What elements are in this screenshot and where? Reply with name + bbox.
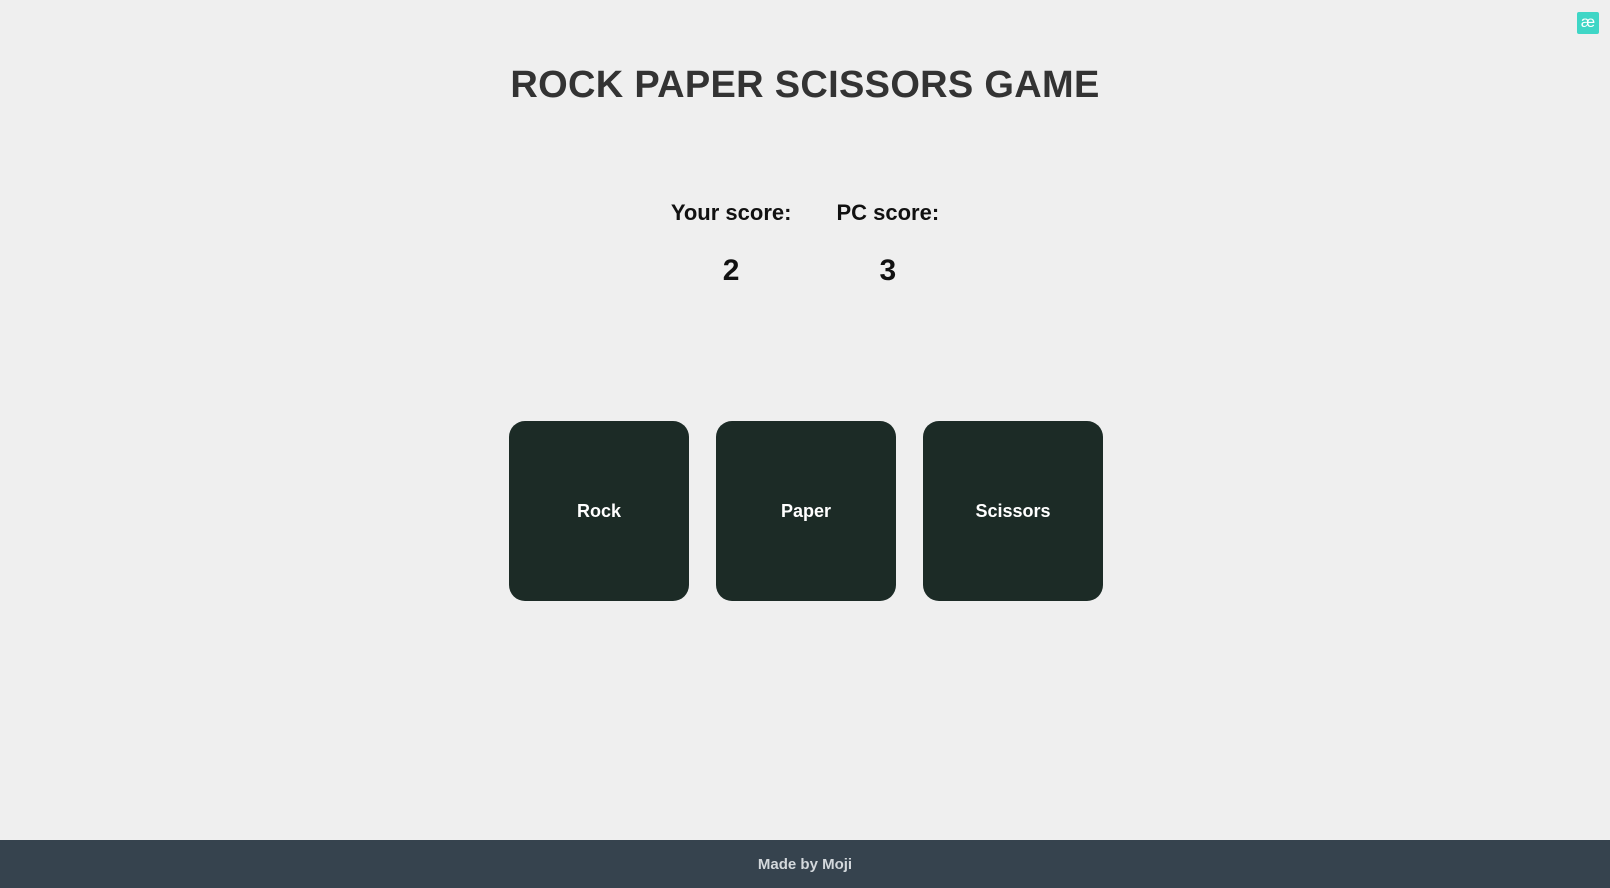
rock-button[interactable]: Rock (509, 421, 689, 601)
player-score-value: 2 (722, 254, 740, 287)
pc-score-label: PC score: (836, 200, 940, 225)
choice-buttons: Rock Paper Scissors (509, 421, 1103, 601)
player-score: Your score: 2 (671, 200, 792, 288)
page-title: ROCK PAPER SCISSORS GAME (510, 64, 1100, 106)
page: æ ROCK PAPER SCISSORS GAME Your score: 2… (0, 0, 1610, 888)
ae-icon[interactable]: æ (1577, 12, 1599, 34)
footer-credit: Made by Moji (757, 855, 853, 873)
pc-score: PC score: 3 (836, 200, 939, 288)
footer: Made by Moji (0, 840, 1610, 888)
paper-button[interactable]: Paper (716, 421, 896, 601)
scoreboard: Your score: 2 PC score: 3 (0, 200, 1610, 288)
scissors-button[interactable]: Scissors (923, 421, 1103, 601)
player-score-label: Your score: (670, 200, 792, 225)
pc-score-value: 3 (879, 254, 897, 287)
